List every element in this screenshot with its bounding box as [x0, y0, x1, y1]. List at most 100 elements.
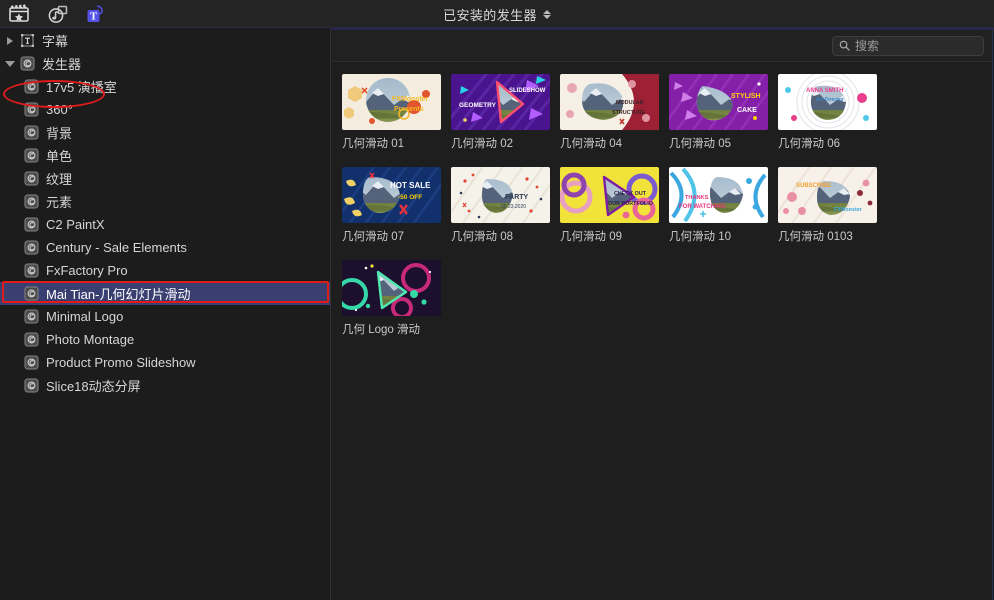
sidebar-item-13[interactable]: Photo Montage: [0, 328, 330, 351]
text-titles-icon[interactable]: T: [82, 2, 110, 26]
svg-text:CAKE: CAKE: [737, 107, 757, 114]
sidebar-item-2[interactable]: 17v5 演播室: [0, 75, 330, 98]
generators-sidebar[interactable]: 字幕发生器 17v5 演播室 360° 背景 单色纹理元素 C2 PaintX Centur…: [0, 29, 331, 600]
generator-browser-pane: 搜索 FXMonster Presents 几何滑动 01 SLIDESHOW GEOM…: [332, 30, 992, 600]
sidebar-item-label: Photo Montage: [46, 332, 135, 347]
svg-text:THANKS: THANKS: [685, 195, 709, 201]
sidebar-item-1[interactable]: 发生器: [0, 52, 330, 75]
sidebar-item-label: 纹理: [46, 172, 73, 187]
svg-text:PARTY: PARTY: [505, 194, 529, 201]
generator-icon: [24, 309, 38, 324]
generator-icon: [20, 355, 42, 370]
sidebar-item-label: 发生器: [42, 57, 82, 72]
svg-text:GEOMETRY: GEOMETRY: [459, 102, 497, 109]
sidebar-item-7[interactable]: 元素: [0, 190, 330, 213]
sidebar-item-9[interactable]: Century - Sale Elements: [0, 236, 330, 259]
generator-icon: [20, 56, 34, 71]
generator-thumbnail[interactable]: THANKS FOR WATCHING: [669, 167, 768, 223]
generator-thumbnail[interactable]: MODULAR STRUCTURE: [560, 74, 659, 130]
svg-text:ANNA SMITH: ANNA SMITH: [806, 88, 843, 94]
sidebar-item-6[interactable]: 纹理: [0, 167, 330, 190]
search-icon: [839, 40, 850, 51]
generator-item[interactable]: 几何 Logo 滑动: [342, 260, 451, 337]
generator-icon: [24, 355, 38, 370]
generators-browser-window: T 已安装的发生器 字幕发生器 17v5 演播室 360° 背景 单色纹理元素 C2 Pa…: [0, 0, 994, 600]
generator-item-label: 几何滑动 07: [342, 231, 404, 243]
generator-item[interactable]: THANKS FOR WATCHING 几何滑动 10: [669, 167, 778, 244]
generator-item[interactable]: MODULAR STRUCTURE 几何滑动 04: [560, 74, 669, 151]
generator-thumbnail[interactable]: ANNA SMITH Art Director: [778, 74, 877, 130]
chevron-down-icon[interactable]: [4, 60, 16, 67]
titles-frame-icon: [16, 33, 38, 48]
sidebar-item-8[interactable]: C2 PaintX: [0, 213, 330, 236]
generator-item[interactable]: STYLISH CAKE 几何滑动 05: [669, 74, 778, 151]
sidebar-item-10[interactable]: FxFactory Pro: [0, 259, 330, 282]
sidebar-item-label: 字幕: [42, 34, 69, 49]
generator-item-label: 几何滑动 08: [451, 231, 513, 243]
titles-generators-icon[interactable]: [6, 2, 34, 26]
generator-thumbnail[interactable]: FXMonster Presents: [342, 74, 441, 130]
browser-source-label: 已安装的发生器: [443, 7, 537, 23]
search-input[interactable]: 搜索: [832, 35, 984, 56]
generator-icon: [24, 263, 38, 278]
browser-source-selector[interactable]: 已安装的发生器: [0, 0, 994, 28]
generator-icon: [20, 240, 42, 255]
generator-icon: [24, 102, 38, 117]
generator-thumbnail[interactable]: SUBSCRIBE FXMonster: [778, 167, 877, 223]
titles-frame-icon: [20, 34, 34, 47]
generator-icon: [20, 79, 42, 94]
generator-icon: [20, 194, 42, 209]
svg-text:Presents: Presents: [394, 106, 424, 113]
generator-icon: [20, 309, 42, 324]
generator-icon: [20, 148, 42, 163]
sidebar-item-3[interactable]: 360°: [0, 98, 330, 121]
generator-grid: FXMonster Presents 几何滑动 01 SLIDESHOW GEOMETR…: [332, 62, 992, 353]
generator-icon: [24, 148, 38, 163]
svg-text:FXMonster: FXMonster: [392, 96, 428, 103]
sidebar-item-11[interactable]: Mai Tian-几何幻灯片滑动: [0, 282, 330, 305]
sidebar-item-0[interactable]: 字幕: [0, 29, 330, 52]
generator-thumbnail[interactable]: STYLISH CAKE: [669, 74, 768, 130]
svg-text:STYLISH: STYLISH: [731, 93, 761, 100]
svg-text:OUR PORTFOLIO: OUR PORTFOLIO: [608, 201, 653, 207]
svg-text:FXMonster: FXMonster: [834, 207, 863, 213]
generator-thumbnail[interactable]: CHECK OUT OUR PORTFOLIO: [560, 167, 659, 223]
svg-text:CHECK OUT: CHECK OUT: [614, 191, 647, 197]
generator-thumbnail[interactable]: PARTY 09.23.2020: [451, 167, 550, 223]
generator-item[interactable]: SLIDESHOW GEOMETRY 几何滑动 02: [451, 74, 560, 151]
generator-item[interactable]: HOT SALE -50 OFF 几何滑动 07: [342, 167, 451, 244]
generator-icon: [20, 102, 42, 117]
sidebar-item-15[interactable]: Slice18动态分屏: [0, 374, 330, 397]
generator-item[interactable]: SUBSCRIBE FXMonster 几何滑动 0103: [778, 167, 887, 244]
svg-text:MODULAR: MODULAR: [616, 100, 644, 106]
svg-text:SUBSCRIBE: SUBSCRIBE: [796, 183, 831, 189]
sidebar-item-14[interactable]: Product Promo Slideshow: [0, 351, 330, 374]
generator-thumbnail[interactable]: SLIDESHOW GEOMETRY: [451, 74, 550, 130]
generator-item-label: 几何滑动 04: [560, 138, 622, 150]
sidebar-item-label: 360°: [46, 102, 73, 117]
chevron-updown-icon[interactable]: [542, 9, 551, 19]
generator-icon: [20, 171, 42, 186]
generator-thumbnail[interactable]: HOT SALE -50 OFF: [342, 167, 441, 223]
generator-icon: [20, 286, 42, 301]
sidebar-item-12[interactable]: Minimal Logo: [0, 305, 330, 328]
generator-item-label: 几何滑动 05: [669, 138, 731, 150]
sidebar-item-label: FxFactory Pro: [46, 263, 128, 278]
generator-thumbnail[interactable]: [342, 260, 441, 316]
sidebar-item-label: C2 PaintX: [46, 217, 105, 232]
chevron-right-icon[interactable]: [4, 36, 16, 45]
svg-text:09.23.2020: 09.23.2020: [501, 204, 526, 210]
sidebar-item-label: Mai Tian-几何幻灯片滑动: [46, 287, 191, 302]
toolbar-icon-group: T: [6, 0, 110, 28]
generator-item[interactable]: ANNA SMITH Art Director 几何滑动 06: [778, 74, 887, 151]
sidebar-item-5[interactable]: 单色: [0, 144, 330, 167]
generator-icon: [24, 79, 38, 94]
music-sound-icon[interactable]: [44, 2, 72, 26]
generator-item-label: 几何滑动 0103: [778, 231, 853, 243]
generator-icon: [20, 332, 42, 347]
sidebar-item-label: Product Promo Slideshow: [46, 355, 196, 370]
generator-item[interactable]: PARTY 09.23.2020 几何滑动 08: [451, 167, 560, 244]
sidebar-item-4[interactable]: 背景: [0, 121, 330, 144]
generator-item[interactable]: FXMonster Presents 几何滑动 01: [342, 74, 451, 151]
generator-item[interactable]: CHECK OUT OUR PORTFOLIO 几何滑动 09: [560, 167, 669, 244]
